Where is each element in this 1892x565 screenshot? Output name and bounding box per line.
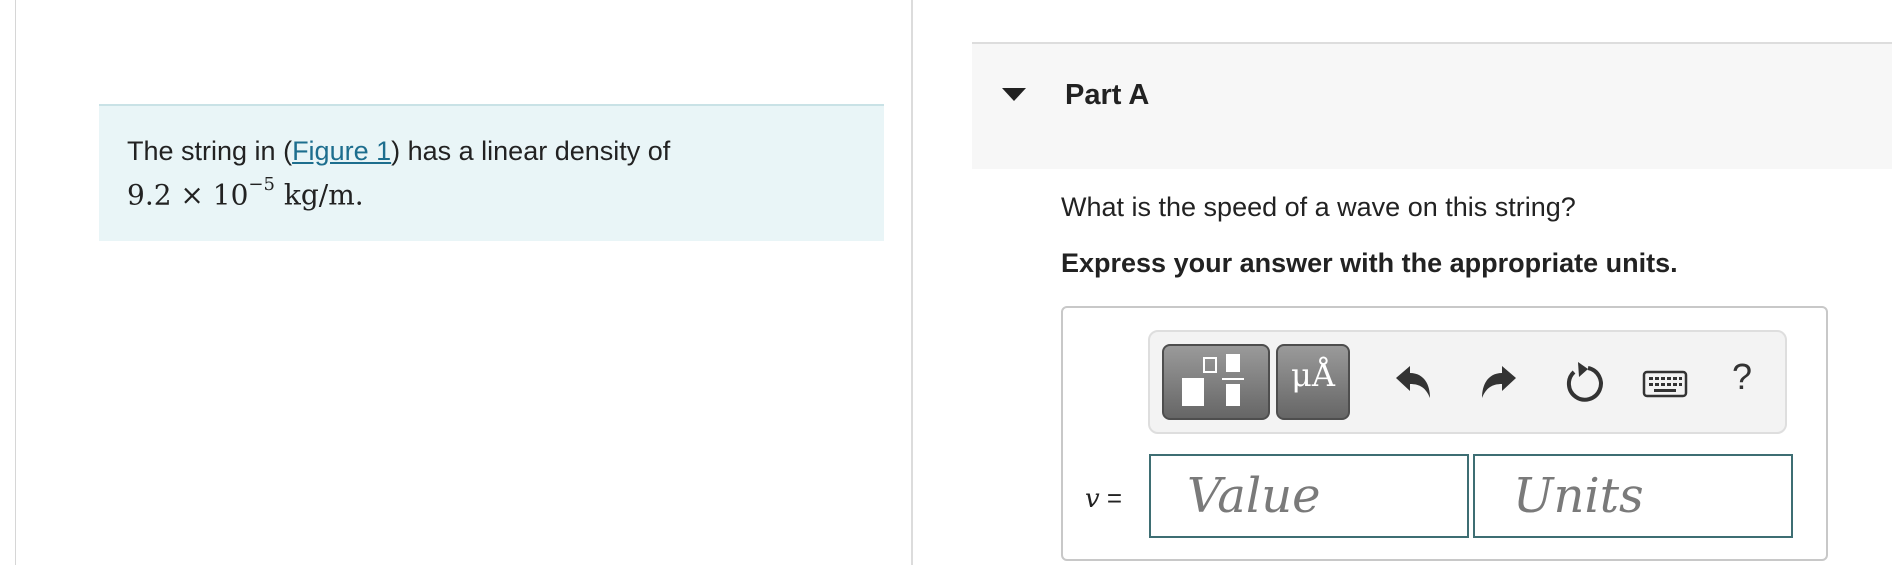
- question-text: What is the speed of a wave on this stri…: [1061, 192, 1576, 222]
- undo-icon[interactable]: [1390, 360, 1436, 406]
- variable-label: v =: [1085, 483, 1123, 514]
- units-button[interactable]: μÅ: [1276, 344, 1350, 420]
- answer-instructions: Express your answer with the appropriate…: [1061, 248, 1678, 278]
- figure-1-link[interactable]: Figure 1: [292, 136, 391, 166]
- reset-icon[interactable]: [1560, 360, 1606, 406]
- redo-icon[interactable]: [1476, 360, 1522, 406]
- density-value: 9.2 × 10−5 kg/m.: [127, 174, 364, 212]
- units-input[interactable]: [1473, 454, 1793, 538]
- help-button[interactable]: ?: [1732, 356, 1752, 398]
- problem-text: The string in (Figure 1) has a linear de…: [127, 136, 671, 166]
- templates-icon: [1182, 354, 1244, 406]
- part-title: Part A: [1065, 79, 1150, 111]
- units-icon: μÅ: [1291, 356, 1335, 394]
- answer-box: μÅ ? v =: [1061, 306, 1828, 561]
- part-a-header[interactable]: Part A: [972, 42, 1892, 169]
- keyboard-icon[interactable]: [1642, 360, 1688, 406]
- pane-divider: [911, 0, 913, 565]
- left-border: [15, 0, 16, 565]
- problem-statement: The string in (Figure 1) has a linear de…: [99, 104, 884, 241]
- templates-button[interactable]: [1162, 344, 1270, 420]
- value-input[interactable]: [1149, 454, 1469, 538]
- collapse-caret-icon[interactable]: [1002, 88, 1026, 101]
- math-toolbar: μÅ ?: [1148, 330, 1787, 434]
